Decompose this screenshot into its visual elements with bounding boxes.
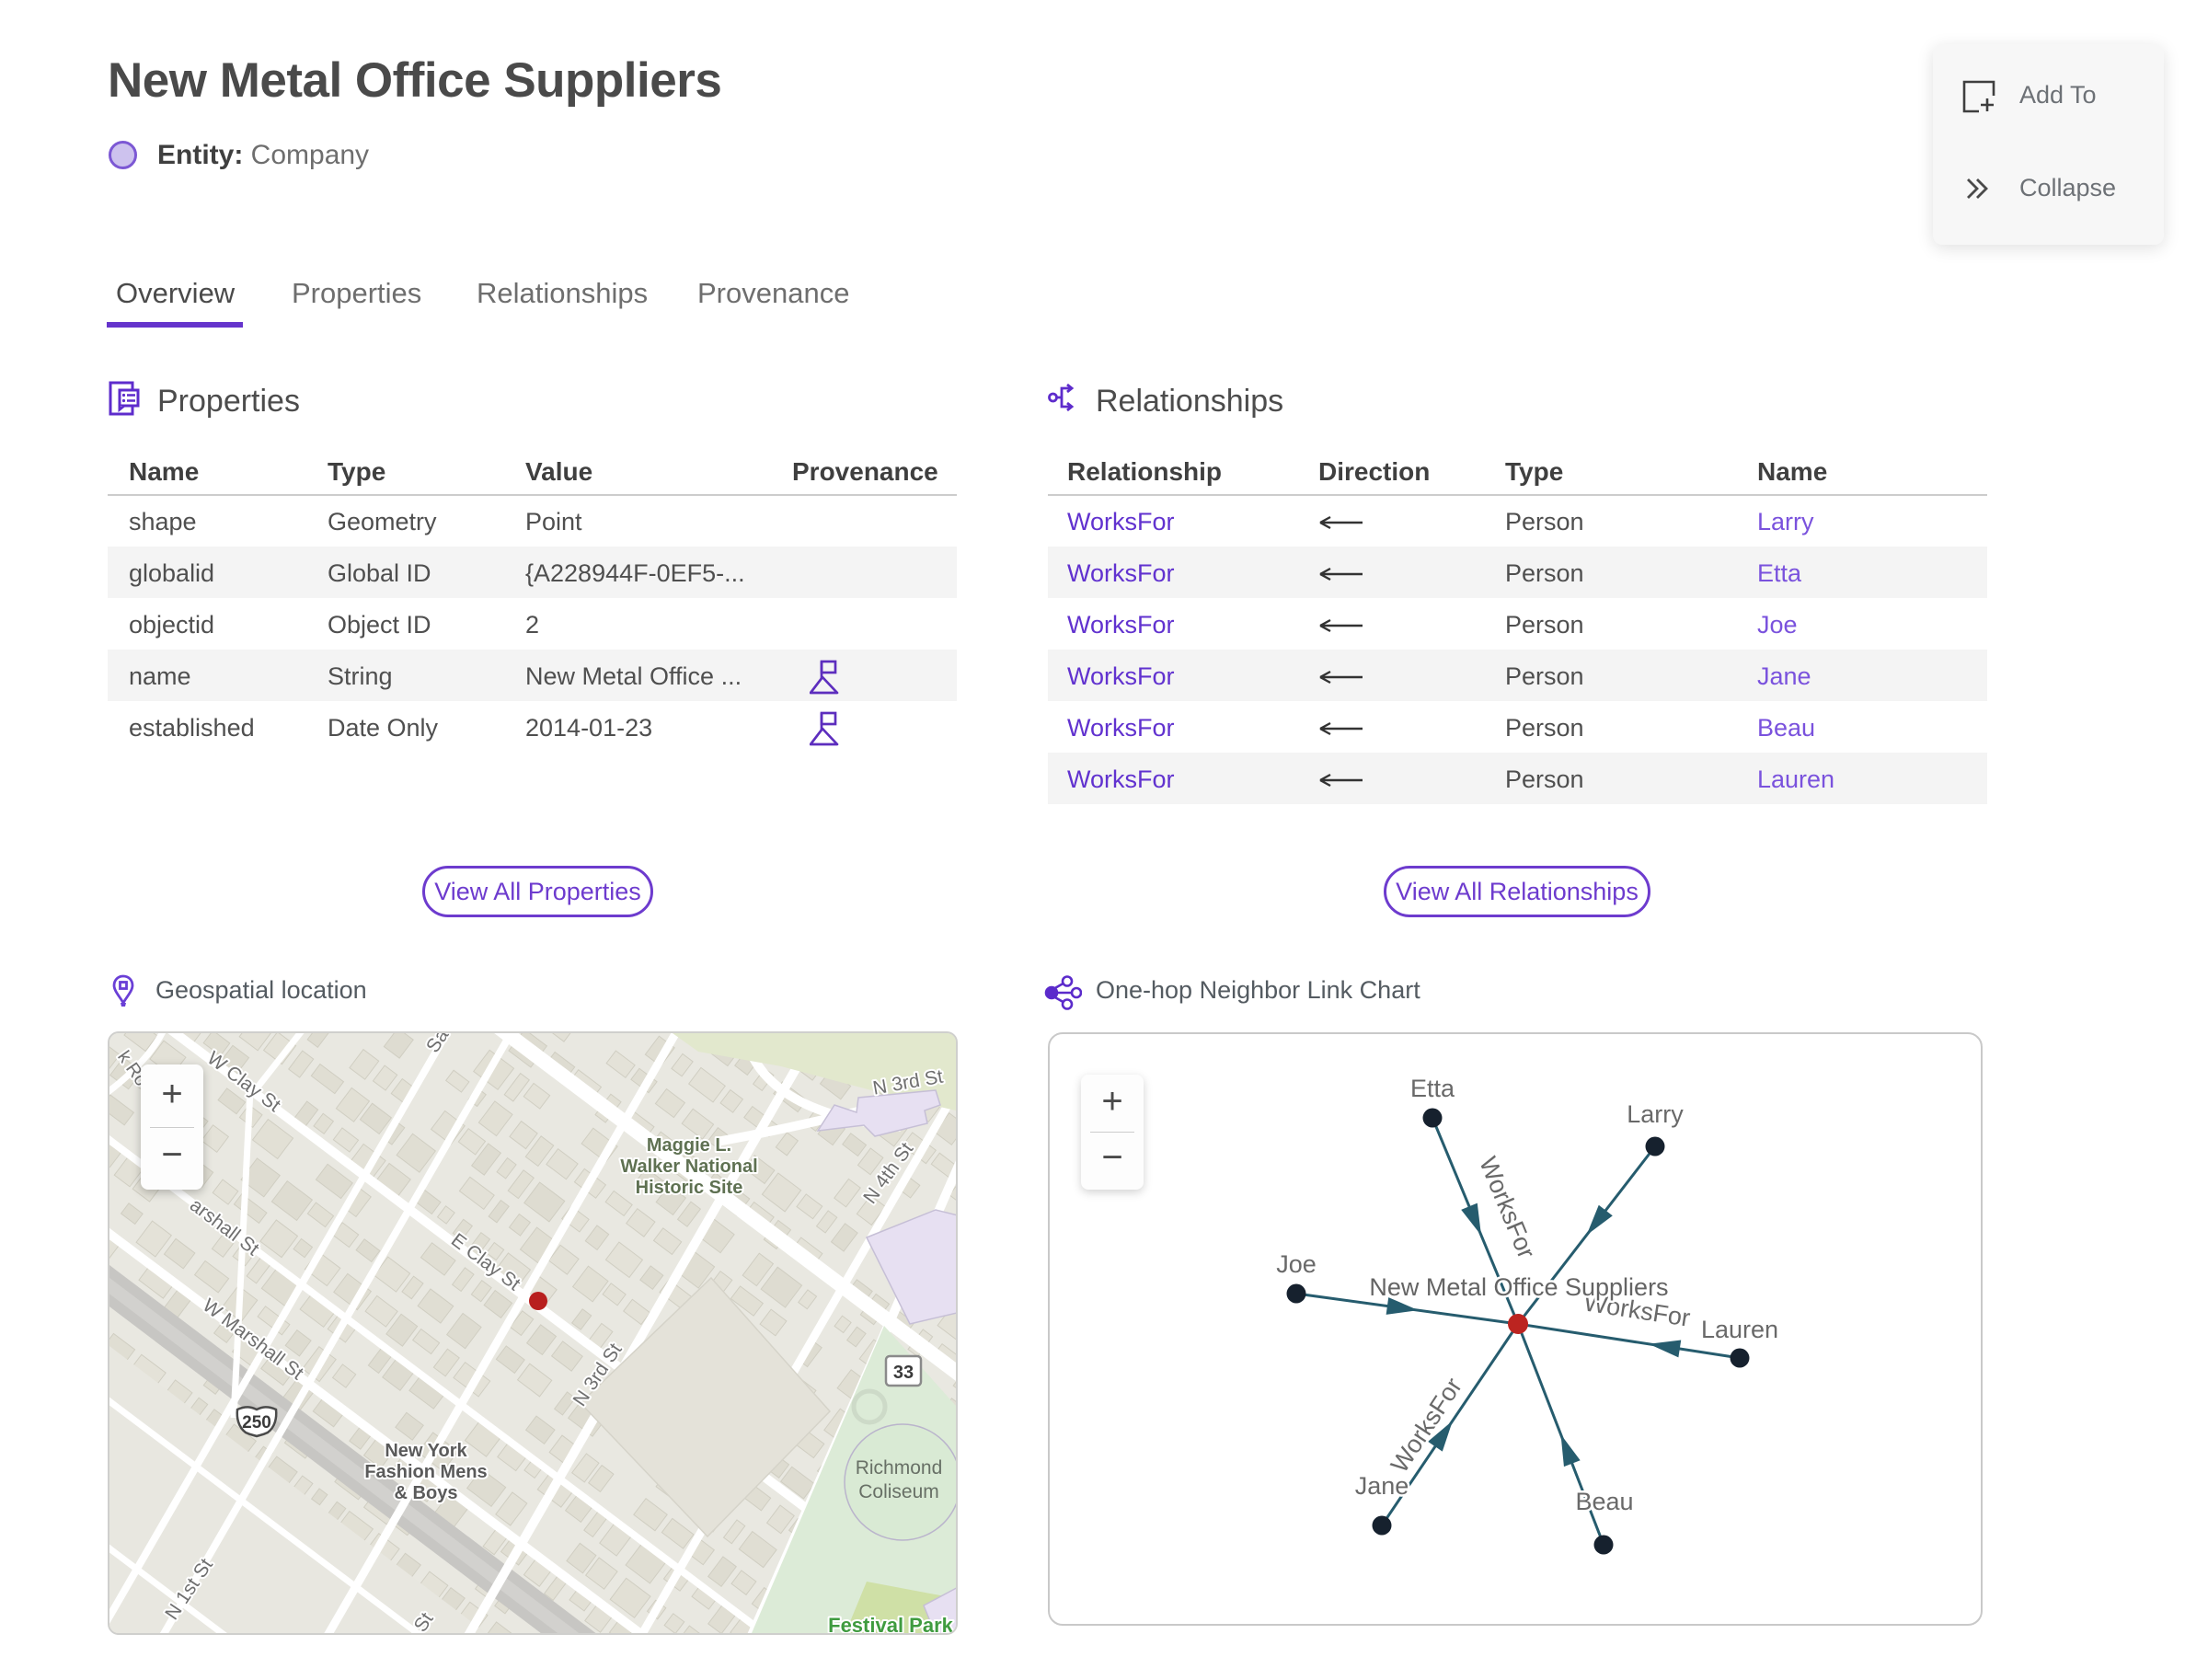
svg-text:Coliseum: Coliseum (858, 1481, 939, 1502)
svg-text:& Boys: & Boys (395, 1483, 458, 1503)
svg-text:Historic Site: Historic Site (636, 1178, 743, 1198)
svg-text:Fashion Mens: Fashion Mens (364, 1462, 487, 1482)
svg-text:33: 33 (893, 1363, 914, 1383)
svg-text:Etta: Etta (1410, 1075, 1455, 1102)
svg-text:Jane: Jane (1355, 1472, 1409, 1500)
svg-text:Joe: Joe (1276, 1250, 1317, 1278)
svg-text:New York: New York (385, 1441, 467, 1461)
svg-text:Richmond: Richmond (856, 1457, 943, 1479)
svg-text:New Metal Office Suppliers: New Metal Office Suppliers (1369, 1273, 1668, 1301)
svg-text:Larry: Larry (1627, 1100, 1684, 1128)
svg-text:Lauren: Lauren (1701, 1316, 1778, 1343)
svg-text:WorksFor: WorksFor (1474, 1153, 1540, 1262)
svg-text:Maggie L.: Maggie L. (647, 1135, 731, 1156)
svg-text:Beau: Beau (1575, 1488, 1633, 1515)
svg-text:Festival Park: Festival Park (828, 1614, 954, 1633)
svg-text:250: 250 (242, 1413, 271, 1433)
svg-text:Walker National: Walker National (620, 1156, 757, 1177)
